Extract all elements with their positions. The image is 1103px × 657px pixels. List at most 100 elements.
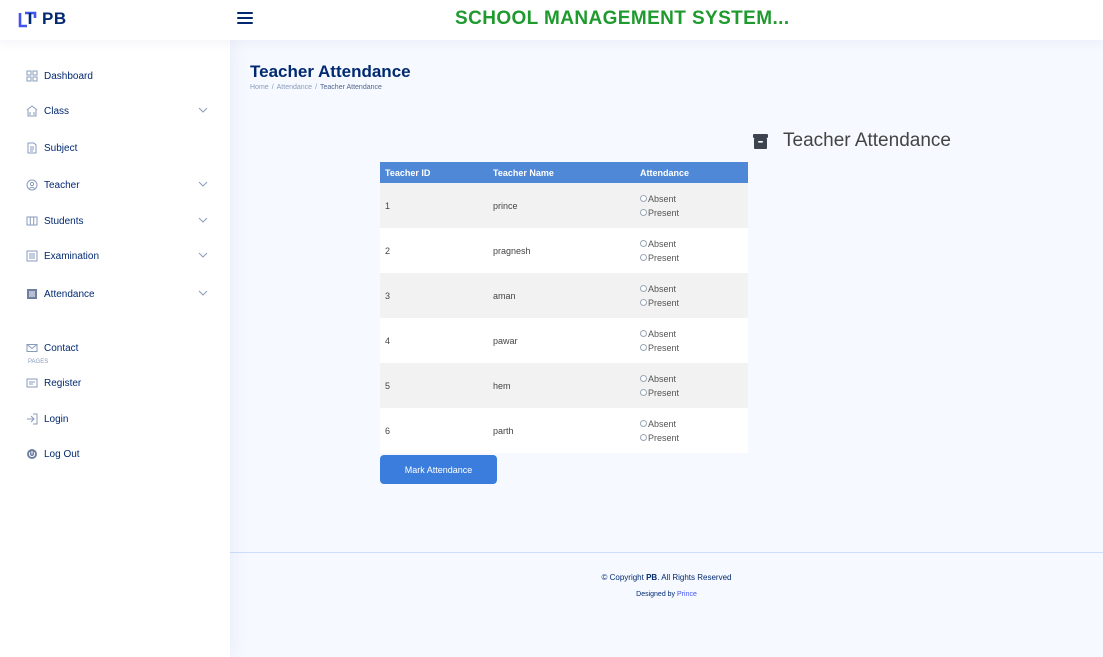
present-radio-option[interactable]: Present — [640, 431, 748, 445]
sidebar-item-dashboard[interactable]: Dashboard — [26, 65, 216, 87]
sidebar-item-label: Subject — [44, 142, 78, 154]
sidebar-item-label: Attendance — [44, 288, 95, 300]
breadcrumb-home[interactable]: Home — [250, 84, 269, 91]
present-radio-option[interactable]: Present — [640, 251, 748, 265]
present-radio[interactable] — [640, 389, 647, 396]
mark-attendance-button[interactable]: Mark Attendance — [380, 455, 497, 484]
teacher-name-cell: pawar — [488, 318, 635, 363]
present-radio[interactable] — [640, 209, 647, 216]
present-label: Present — [648, 252, 680, 263]
bar-chart-icon — [27, 289, 37, 299]
present-radio-option[interactable]: Present — [640, 206, 748, 220]
attendance-cell: Absent Present — [635, 363, 748, 408]
present-radio-option[interactable]: Present — [640, 341, 748, 355]
columns-icon — [26, 216, 38, 226]
attendance-cell: Absent Present — [635, 273, 748, 318]
present-radio[interactable] — [640, 254, 647, 261]
sidebar-item-contact[interactable]: Contact — [26, 337, 216, 359]
sidebar-item-label: Login — [44, 413, 69, 425]
sidebar-item-teacher[interactable]: Teacher — [26, 174, 216, 196]
sidebar-item-subject[interactable]: Subject — [26, 137, 216, 159]
column-header-teacher-name: Teacher Name — [488, 162, 635, 183]
credits-text: Designed by Prince — [230, 591, 1103, 598]
logo-mark-icon — [18, 11, 37, 28]
attendance-cell: Absent Present — [635, 408, 748, 453]
column-header-teacher-id: Teacher ID — [380, 162, 488, 183]
present-label: Present — [648, 342, 680, 353]
column-header-attendance: Attendance — [635, 162, 748, 183]
absent-label: Absent — [648, 283, 677, 294]
copyright-suffix: . All Rights Reserved — [657, 573, 732, 582]
absent-radio[interactable] — [640, 330, 647, 337]
table-row: 6 parth Absent Present — [380, 408, 748, 453]
absent-radio[interactable] — [640, 285, 647, 292]
sidebar-item-label: Class — [44, 105, 70, 117]
present-radio[interactable] — [640, 434, 647, 441]
section-heading: Teacher Attendance — [752, 130, 951, 152]
teacher-id-cell: 6 — [380, 408, 488, 453]
chevron-down-icon — [198, 181, 208, 187]
login-icon — [27, 413, 38, 425]
absent-radio[interactable] — [640, 420, 647, 427]
attendance-cell: Absent Present — [635, 228, 748, 273]
sidebar-item-class[interactable]: Class — [26, 100, 216, 122]
present-radio-option[interactable]: Present — [640, 386, 748, 400]
absent-radio-option[interactable]: Absent — [640, 237, 748, 251]
sidebar-item-login[interactable]: Login — [26, 408, 216, 430]
archive-icon — [753, 133, 768, 149]
attendance-table: Teacher ID Teacher Name Attendance 1 pri… — [380, 162, 748, 453]
teacher-id-cell: 3 — [380, 273, 488, 318]
absent-radio-option[interactable]: Absent — [640, 417, 748, 431]
teacher-id-cell: 2 — [380, 228, 488, 273]
absent-label: Absent — [648, 373, 677, 384]
sidebar-item-register[interactable]: Register — [26, 372, 216, 394]
sidebar-item-label: Log Out — [44, 448, 80, 460]
absent-radio-option[interactable]: Absent — [640, 372, 748, 386]
sidebar-item-students[interactable]: Students — [26, 210, 216, 232]
absent-radio-option[interactable]: Absent — [640, 192, 748, 206]
logo[interactable]: PB — [18, 9, 67, 29]
absent-label: Absent — [648, 328, 677, 339]
absent-radio[interactable] — [640, 195, 647, 202]
teacher-id-cell: 4 — [380, 318, 488, 363]
table-header-row: Teacher ID Teacher Name Attendance — [380, 162, 748, 183]
attendance-cell: Absent Present — [635, 318, 748, 363]
table-row: 3 aman Absent Present — [380, 273, 748, 318]
absent-label: Absent — [648, 193, 677, 204]
attendance-cell: Absent Present — [635, 183, 748, 228]
breadcrumb-attendance[interactable]: Attendance — [277, 84, 312, 91]
teacher-name-cell: pragnesh — [488, 228, 635, 273]
present-radio-option[interactable]: Present — [640, 296, 748, 310]
copyright-text: © Copyright PB. All Rights Reserved — [230, 573, 1103, 582]
copyright-brand: PB — [646, 573, 658, 582]
table-row: 4 pawar Absent Present — [380, 318, 748, 363]
credits-prefix: Designed by — [636, 591, 676, 598]
power-icon — [27, 449, 37, 459]
absent-radio-option[interactable]: Absent — [640, 327, 748, 341]
present-label: Present — [648, 432, 680, 443]
designer-link[interactable]: Prince — [677, 591, 697, 598]
footer: © Copyright PB. All Rights Reserved Desi… — [230, 552, 1103, 657]
absent-radio[interactable] — [640, 375, 647, 382]
chevron-down-icon — [198, 107, 208, 113]
breadcrumb: Home / Attendance / Teacher Attendance — [250, 84, 382, 91]
present-radio[interactable] — [640, 299, 647, 306]
teacher-name-cell: aman — [488, 273, 635, 318]
present-radio[interactable] — [640, 344, 647, 351]
card-icon — [26, 378, 38, 388]
grid-icon — [26, 70, 38, 82]
copyright-prefix: © Copyright — [601, 573, 644, 582]
document-icon — [27, 142, 37, 154]
sidebar-item-examination[interactable]: Examination — [26, 245, 216, 267]
app-title: SCHOOL MANAGEMENT SYSTEM... — [455, 8, 790, 29]
sidebar-section-heading: Pages — [28, 359, 49, 365]
hamburger-menu-icon[interactable] — [235, 9, 255, 29]
sidebar-item-label: Dashboard — [44, 70, 93, 82]
absent-radio[interactable] — [640, 240, 647, 247]
table-row: 1 prince Absent Present — [380, 183, 748, 228]
absent-radio-option[interactable]: Absent — [640, 282, 748, 296]
sidebar-item-attendance[interactable]: Attendance — [26, 283, 216, 305]
sidebar-item-logout[interactable]: Log Out — [26, 443, 216, 465]
top-header: PB SCHOOL MANAGEMENT SYSTEM... — [0, 0, 1103, 40]
sidebar-item-label: Contact — [44, 342, 79, 354]
